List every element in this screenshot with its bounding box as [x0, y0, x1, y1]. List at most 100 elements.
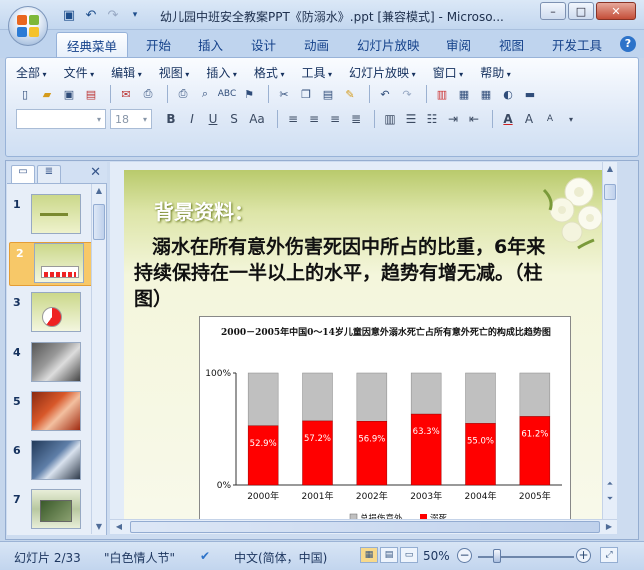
outdent-icon[interactable]: ⇤	[465, 110, 483, 128]
language-indicator[interactable]: 中文(简体，中国)	[234, 549, 327, 566]
tab-design[interactable]: 设计	[251, 35, 276, 54]
thumbnail-slide-1[interactable]: 1	[7, 194, 93, 238]
menu-slideshow[interactable]: 幻灯片放映	[349, 64, 416, 81]
slide-sorter-icon[interactable]: ▤	[380, 547, 398, 563]
font-name-combo[interactable]: ▾	[16, 109, 106, 129]
align-center-icon[interactable]: ≡	[305, 110, 323, 128]
spellcheck-icon[interactable]: ✔	[200, 549, 210, 563]
thumbnail-slide-6[interactable]: 6	[7, 440, 93, 484]
menu-edit[interactable]: 编辑	[111, 64, 142, 81]
redo-icon[interactable]: ↷	[398, 85, 416, 103]
toolbar-options-icon[interactable]: ▾	[562, 110, 580, 128]
italic-icon[interactable]: I	[183, 110, 201, 128]
scroll-up-icon[interactable]: ▲	[92, 184, 106, 198]
close-pane-icon[interactable]: ✕	[90, 165, 101, 180]
customize-quick-access-icon[interactable]: ▾	[126, 7, 144, 23]
shadow-icon[interactable]: S	[225, 110, 243, 128]
print-icon[interactable]: ⎙	[174, 85, 192, 103]
thumbnail-slide-3[interactable]: 3	[7, 292, 93, 336]
menu-format[interactable]: 格式	[254, 64, 285, 81]
slideshow-view-icon[interactable]: ▭	[400, 547, 418, 563]
slide-heading[interactable]: 背景资料：	[154, 196, 254, 225]
grid-icon[interactable]: ▦	[477, 85, 495, 103]
slide-vertical-scrollbar[interactable]: ▲ ⏶ ⏷	[602, 162, 617, 519]
undo-icon[interactable]: ↶	[82, 7, 100, 23]
restore-button[interactable]: □	[568, 2, 594, 20]
undo-icon[interactable]: ↶	[376, 85, 394, 103]
spelling-icon[interactable]: ABC	[218, 85, 236, 103]
normal-view-icon[interactable]: ▦	[360, 547, 378, 563]
save-icon[interactable]: ▣	[60, 7, 78, 23]
menu-window[interactable]: 窗口	[433, 64, 464, 81]
columns-icon[interactable]: ▥	[381, 110, 399, 128]
scroll-down-icon[interactable]: ▼	[92, 520, 106, 534]
thumbnail-slide-7[interactable]: 7	[7, 489, 93, 533]
research-icon[interactable]: ⚑	[240, 85, 258, 103]
menu-insert[interactable]: 插入	[206, 64, 237, 81]
zoom-level[interactable]: 50%	[423, 549, 450, 563]
fit-to-window-icon[interactable]: ⤢	[600, 547, 618, 563]
thumbnail-scrollbar[interactable]: ▲ ▼	[91, 184, 106, 534]
font-size-combo[interactable]: 18 ▾	[110, 109, 152, 129]
outline-tab-icon[interactable]: ≣	[37, 165, 61, 183]
tab-view[interactable]: 视图	[499, 35, 524, 54]
tab-insert[interactable]: 插入	[198, 35, 223, 54]
zoom-slider-knob[interactable]	[493, 549, 501, 563]
print-preview-icon[interactable]: ⌕	[196, 85, 214, 103]
thumbnail-slide-2[interactable]: 2	[9, 242, 95, 286]
redo-icon[interactable]: ↷	[104, 7, 122, 23]
font-color-icon[interactable]: A	[499, 110, 517, 128]
tab-animation[interactable]: 动画	[304, 35, 329, 54]
insert-chart-icon[interactable]: ▥	[433, 85, 451, 103]
bullets-icon[interactable]: ☰	[402, 110, 420, 128]
justify-icon[interactable]: ≣	[347, 110, 365, 128]
format-painter-icon[interactable]: ✎	[341, 85, 359, 103]
shrink-font-icon[interactable]: A	[541, 110, 559, 128]
show-hide-icon[interactable]: ▬	[521, 85, 539, 103]
scroll-right-icon[interactable]: ▶	[602, 520, 616, 534]
publish-icon[interactable]: ⎙	[139, 85, 157, 103]
indent-icon[interactable]: ⇥	[444, 110, 462, 128]
scroll-left-icon[interactable]: ◀	[112, 520, 126, 534]
open-icon[interactable]: ▰	[38, 85, 56, 103]
slide-horizontal-scrollbar[interactable]: ◀ ▶	[110, 519, 617, 534]
scroll-thumb[interactable]	[130, 521, 600, 533]
email-icon[interactable]: ✉	[117, 85, 135, 103]
scroll-up-icon[interactable]: ▲	[603, 162, 617, 176]
slide-canvas[interactable]: 背景资料： 溺水在所有意外伤害死因中所占的比重，6年来持续保持在一半以上的水平，…	[124, 170, 604, 522]
minimize-button[interactable]: –	[540, 2, 566, 20]
color-grayscale-icon[interactable]: ◐	[499, 85, 517, 103]
slide-body-text[interactable]: 溺水在所有意外伤害死因中所占的比重，6年来持续保持在一半以上的水平，趋势有增无减…	[134, 234, 554, 312]
change-case-icon[interactable]: Aa	[246, 110, 268, 128]
menu-file[interactable]: 文件	[64, 64, 95, 81]
thumbnail-slide-5[interactable]: 5	[7, 391, 93, 435]
permission-icon[interactable]: ▤	[82, 85, 100, 103]
new-icon[interactable]: ▯	[16, 85, 34, 103]
menu-all[interactable]: 全部	[16, 64, 47, 81]
scroll-thumb[interactable]	[93, 204, 105, 240]
close-button[interactable]: ✕	[596, 2, 636, 20]
grow-font-icon[interactable]: A	[520, 110, 538, 128]
slides-tab-icon[interactable]: ▭	[11, 165, 35, 183]
menu-help[interactable]: 帮助	[480, 64, 511, 81]
thumbnail-slide-4[interactable]: 4	[7, 342, 93, 386]
tab-review[interactable]: 审阅	[446, 35, 471, 54]
paste-icon[interactable]: ▤	[319, 85, 337, 103]
cut-icon[interactable]: ✂	[275, 85, 293, 103]
tab-home[interactable]: 开始	[146, 35, 171, 54]
align-right-icon[interactable]: ≡	[326, 110, 344, 128]
chart[interactable]: 2000－2005年中国0～14岁儿童因意外溺水死亡占所有意外死亡的构成比趋势图…	[199, 316, 571, 522]
zoom-out-icon[interactable]: −	[457, 548, 472, 563]
scroll-thumb[interactable]	[604, 184, 616, 200]
next-slide-icon[interactable]: ⏷	[603, 492, 617, 506]
save-icon[interactable]: ▣	[60, 85, 78, 103]
zoom-in-icon[interactable]: +	[576, 548, 591, 563]
menu-tools[interactable]: 工具	[301, 64, 332, 81]
menu-view[interactable]: 视图	[159, 64, 190, 81]
copy-icon[interactable]: ❐	[297, 85, 315, 103]
underline-icon[interactable]: U	[204, 110, 222, 128]
office-button[interactable]	[8, 6, 48, 46]
bold-icon[interactable]: B	[162, 110, 180, 128]
numbering-icon[interactable]: ☷	[423, 110, 441, 128]
previous-slide-icon[interactable]: ⏶	[603, 477, 617, 491]
